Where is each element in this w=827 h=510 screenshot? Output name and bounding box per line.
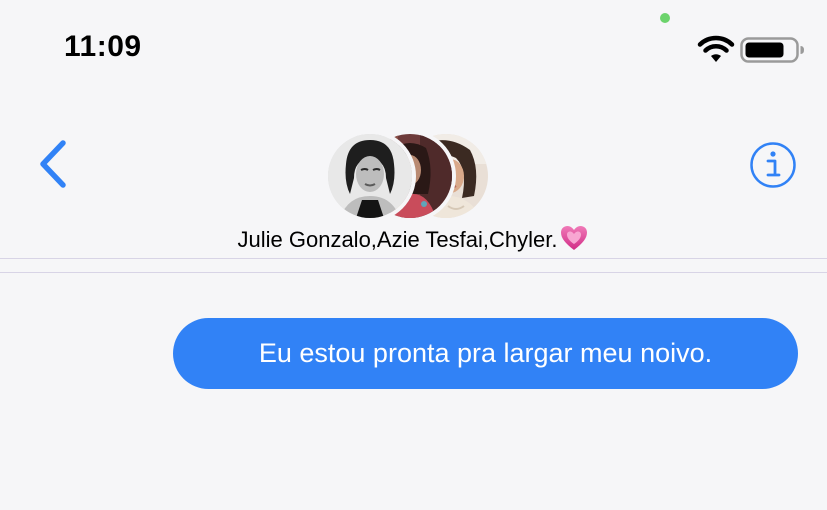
status-time: 11:09 [64, 30, 142, 63]
group-avatars[interactable] [324, 130, 494, 222]
back-button[interactable] [30, 135, 74, 193]
message-text: Eu estou pronta pra largar meu noivo. [258, 338, 713, 368]
group-name[interactable]: Julie Gonzalo,Azie Tesfai,Chyler. [0, 223, 827, 253]
pink-heart-icon [561, 226, 588, 250]
group-name-label: Julie Gonzalo,Azie Tesfai,Chyler. [237, 227, 558, 252]
avatar [324, 130, 416, 222]
header-divider [0, 258, 827, 259]
info-icon [750, 142, 796, 188]
wifi-icon [697, 35, 735, 62]
battery-icon [740, 37, 804, 63]
conversation-header: Julie Gonzalo,Azie Tesfai,Chyler. [0, 90, 827, 260]
camera-in-use-indicator [660, 13, 670, 23]
status-bar: 11:09 [0, 0, 827, 90]
sent-message-bubble[interactable]: Eu estou pronta pra largar meu noivo. [173, 318, 798, 389]
chevron-left-icon [40, 140, 66, 188]
header-divider [0, 272, 827, 273]
info-button[interactable] [748, 140, 798, 190]
